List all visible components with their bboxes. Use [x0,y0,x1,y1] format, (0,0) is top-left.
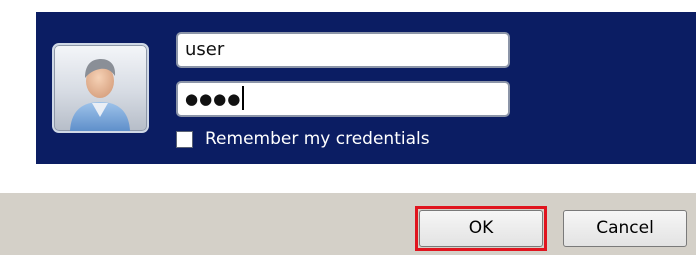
cancel-button[interactable]: Cancel [563,210,687,247]
username-value: user [185,39,225,60]
credential-dialog: user ●●●● Remember my credentials OK Can… [0,0,696,255]
text-cursor [242,85,245,110]
user-silhouette-icon [70,59,130,131]
remember-label: Remember my credentials [205,129,430,149]
user-account-icon [52,43,149,133]
remember-credentials[interactable]: Remember my credentials [176,128,430,150]
remember-checkbox[interactable] [176,130,193,148]
password-field[interactable]: ●●●● [176,81,510,117]
password-mask: ●●●● [185,90,242,108]
username-field[interactable]: user [176,32,510,68]
ok-button[interactable]: OK [419,210,543,247]
